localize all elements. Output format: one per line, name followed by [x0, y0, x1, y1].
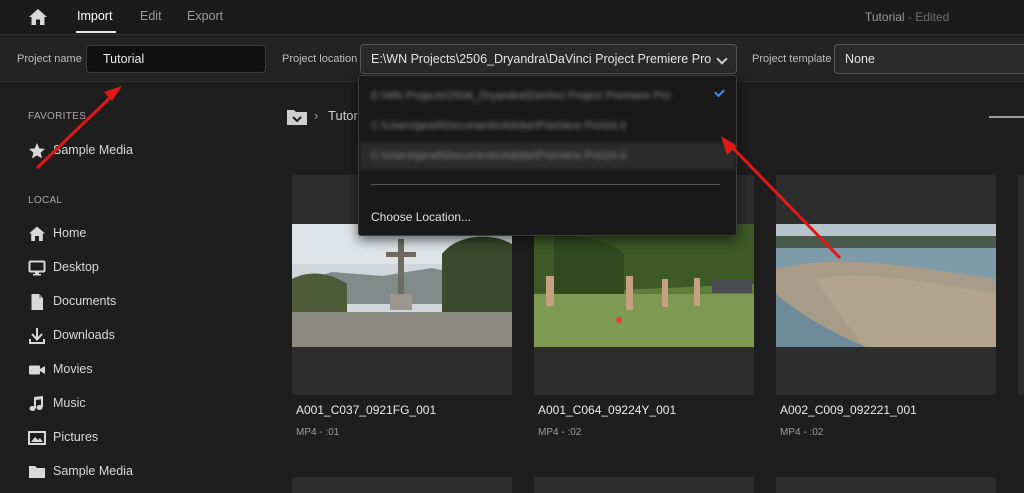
sidebar-item-sample-media-favorite[interactable]: Sample Media — [28, 140, 248, 162]
image-icon — [28, 429, 46, 447]
project-location-select[interactable]: E:\WN Projects\2506_Dryandra\DaVinci Pro… — [360, 44, 737, 74]
monitor-icon — [28, 259, 46, 277]
folder-icon — [28, 463, 46, 481]
project-location-value: E:\WN Projects\2506_Dryandra\DaVinci Pro… — [371, 52, 712, 66]
choose-location-option[interactable]: Choose Location... — [371, 210, 471, 224]
music-note-icon — [28, 395, 46, 413]
sidebar-item-desktop[interactable]: Desktop — [28, 257, 248, 279]
home-icon[interactable] — [28, 8, 48, 26]
location-option[interactable]: C:\Users\janel\Documents\Adobe\Premiere … — [359, 112, 736, 140]
location-option-label: C:\Users\janel\Documents\Adobe\Premiere … — [371, 120, 626, 132]
tab-edit[interactable]: Edit — [140, 9, 162, 23]
folder-icon[interactable] — [286, 108, 308, 126]
location-option-label: C:\Users\janel\Documents\Adobe\Premiere … — [371, 150, 626, 162]
project-name-label: Project name — [17, 53, 82, 65]
project-title: Tutorial - Edited — [865, 10, 949, 24]
breadcrumb-separator: › — [314, 108, 319, 123]
sidebar-item-movies[interactable]: Movies — [28, 359, 248, 381]
sidebar-item-label: Movies — [53, 362, 93, 376]
sidebar-item-label: Music — [53, 396, 86, 410]
clip-card[interactable] — [776, 477, 996, 493]
clip-card[interactable] — [1018, 175, 1024, 395]
sidebar-item-home[interactable]: Home — [28, 223, 248, 245]
project-title-name: Tutorial — [865, 10, 905, 24]
local-heading: LOCAL — [28, 195, 63, 206]
video-camera-icon — [28, 361, 46, 379]
clip-meta: MP4 - :02 — [538, 427, 582, 438]
clip-name: A001_C064_09224Y_001 — [538, 403, 677, 417]
clip-card[interactable] — [292, 477, 512, 493]
sidebar: FAVORITES Sample Media LOCAL Home Deskto… — [0, 82, 262, 493]
sidebar-item-label: Documents — [53, 294, 117, 308]
breadcrumb[interactable]: Tutor — [328, 108, 358, 123]
clip-name: A001_C037_0921FG_001 — [296, 403, 437, 417]
location-option-label: E:\WN Projects\2506_Dryandra\DaVinci Pro… — [371, 90, 671, 102]
sidebar-item-documents[interactable]: Documents — [28, 291, 248, 313]
project-template-label: Project template — [752, 53, 832, 65]
clip-thumbnail — [292, 224, 512, 347]
dropdown-divider — [371, 184, 720, 185]
location-option[interactable]: C:\Users\janel\Documents\Adobe\Premiere … — [359, 142, 736, 170]
sidebar-item-pictures[interactable]: Pictures — [28, 427, 248, 449]
sidebar-item-label: Sample Media — [53, 143, 133, 157]
sidebar-item-sample-media[interactable]: Sample Media — [28, 461, 248, 483]
project-name-field[interactable]: Tutorial — [86, 45, 266, 73]
project-template-value: None — [845, 52, 875, 66]
sidebar-item-label: Sample Media — [53, 464, 133, 478]
clip-card[interactable] — [776, 175, 996, 395]
clip-thumbnail — [534, 224, 754, 347]
active-tab-indicator — [76, 31, 116, 33]
tab-export[interactable]: Export — [187, 9, 223, 23]
clip-thumbnail — [776, 224, 996, 347]
download-icon — [28, 327, 46, 345]
favorites-heading: FAVORITES — [28, 111, 87, 122]
sidebar-item-label: Downloads — [53, 328, 115, 342]
top-bar: Import Edit Export Tutorial - Edited — [0, 0, 1024, 34]
chevron-down-icon — [716, 53, 728, 65]
home-icon — [28, 225, 46, 243]
clip-card[interactable] — [534, 477, 754, 493]
sidebar-item-downloads[interactable]: Downloads — [28, 325, 248, 347]
tab-import[interactable]: Import — [77, 9, 112, 23]
clip-meta: MP4 - :01 — [296, 427, 340, 438]
document-icon — [28, 293, 46, 311]
clip-name: A002_C009_092221_001 — [780, 403, 917, 417]
zoom-slider[interactable] — [989, 116, 1024, 118]
sidebar-item-label: Home — [53, 226, 87, 240]
project-location-dropdown: E:\WN Projects\2506_Dryandra\DaVinci Pro… — [358, 75, 737, 236]
star-icon — [28, 142, 46, 160]
project-template-select[interactable]: None — [834, 44, 1024, 74]
project-status: - Edited — [904, 10, 950, 24]
sidebar-item-label: Pictures — [53, 430, 99, 444]
clip-meta: MP4 - :02 — [780, 427, 824, 438]
location-option[interactable]: E:\WN Projects\2506_Dryandra\DaVinci Pro… — [359, 82, 736, 110]
sidebar-item-music[interactable]: Music — [28, 393, 248, 415]
sidebar-item-label: Desktop — [53, 260, 99, 274]
project-location-label: Project location — [282, 53, 358, 65]
